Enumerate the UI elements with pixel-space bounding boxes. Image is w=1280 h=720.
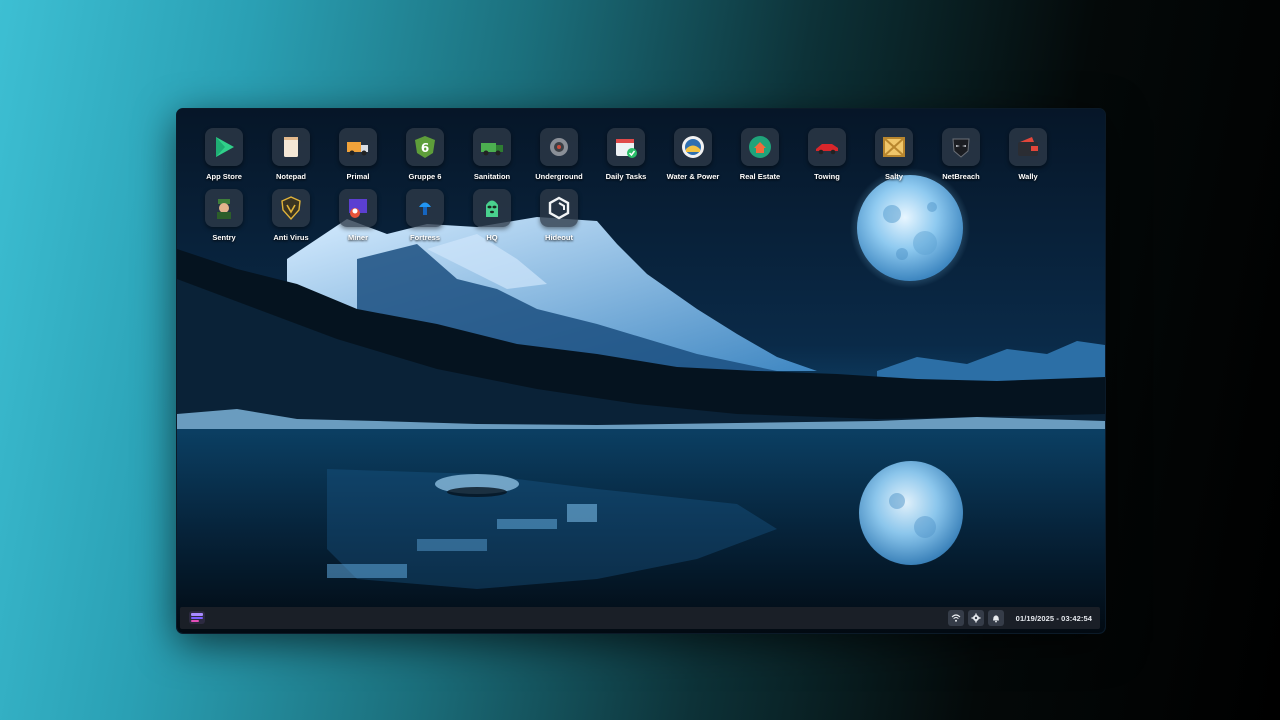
wifi-button[interactable] xyxy=(947,610,964,626)
system-tray: 01/19/2025 - 03:42:54 xyxy=(947,610,1092,626)
notifications-button[interactable] xyxy=(987,610,1004,626)
app-label: Notepad xyxy=(276,172,306,181)
taskbar: 01/19/2025 - 03:42:54 xyxy=(180,607,1100,629)
app-hq[interactable]: HQ xyxy=(460,189,524,242)
app-fortress[interactable]: Fortress xyxy=(393,189,457,242)
app-label: Sanitation xyxy=(473,172,511,181)
underground-icon xyxy=(550,138,568,156)
app-label: Fortress xyxy=(409,233,440,242)
app-netbreach[interactable]: NetBreach xyxy=(929,128,993,181)
settings-button[interactable] xyxy=(967,610,984,626)
app-label: Anti Virus xyxy=(273,233,309,242)
app-sanitation[interactable]: Sanitation xyxy=(460,128,524,181)
start-button[interactable] xyxy=(189,611,205,624)
app-label: Sentry xyxy=(212,233,236,242)
app-anti-virus[interactable]: Anti Virus xyxy=(259,189,323,242)
app-primal[interactable]: Primal xyxy=(326,128,390,181)
sentry-character-icon xyxy=(217,199,231,219)
fortress-icon xyxy=(419,202,431,215)
delivery-truck-icon xyxy=(347,142,368,156)
svg-text:6: 6 xyxy=(421,141,429,155)
garbage-truck-icon xyxy=(481,143,503,156)
app-label: Hideout xyxy=(545,233,573,242)
desktop-icon-grid: App Store Notepad Primal 6 Gruppe 6 Sani… xyxy=(177,109,1105,249)
app-gruppe-6[interactable]: 6 Gruppe 6 xyxy=(393,128,457,181)
app-label: Salty xyxy=(885,172,903,181)
taskbar-clock: 01/19/2025 - 03:42:54 xyxy=(1015,613,1092,623)
real-estate-icon xyxy=(749,136,771,158)
app-label: Gruppe 6 xyxy=(408,172,442,181)
bell-icon xyxy=(992,615,999,623)
hacker-mask-icon xyxy=(952,138,970,158)
start-menu-icon xyxy=(191,613,203,622)
gruppe6-shield-icon: 6 xyxy=(415,136,435,158)
app-label: Real Estate xyxy=(739,172,781,181)
gear-icon xyxy=(971,613,981,623)
wifi-icon xyxy=(951,614,961,622)
app-notepad[interactable]: Notepad xyxy=(259,128,323,181)
app-salty[interactable]: Salty xyxy=(862,128,926,181)
play-triangle-icon xyxy=(216,137,234,157)
app-miner[interactable]: Miner xyxy=(326,189,390,242)
app-label: HQ xyxy=(486,233,498,242)
shield-icon xyxy=(281,196,301,221)
app-label: Water & Power xyxy=(666,172,720,181)
app-towing[interactable]: Towing xyxy=(795,128,859,181)
app-label: Wally xyxy=(1018,172,1038,181)
tow-truck-icon xyxy=(816,144,838,155)
water-power-icon xyxy=(682,136,704,158)
app-label: Daily Tasks xyxy=(605,172,647,181)
desktop-screen: App Store Notepad Primal 6 Gruppe 6 Sani… xyxy=(176,108,1106,634)
app-label: Primal xyxy=(346,172,370,181)
app-label: Towing xyxy=(814,172,840,181)
app-app-store[interactable]: App Store xyxy=(192,128,256,181)
app-daily-tasks[interactable]: Daily Tasks xyxy=(594,128,658,181)
app-real-estate[interactable]: Real Estate xyxy=(728,128,792,181)
crate-icon xyxy=(883,137,905,157)
app-sentry[interactable]: Sentry xyxy=(192,189,256,242)
wallet-icon xyxy=(1018,137,1038,156)
app-water-power[interactable]: Water & Power xyxy=(661,128,725,181)
app-underground[interactable]: Underground xyxy=(527,128,591,181)
app-hideout[interactable]: Hideout xyxy=(527,189,591,242)
app-label: Underground xyxy=(535,172,583,181)
balaclava-icon xyxy=(486,200,498,217)
app-wally[interactable]: Wally xyxy=(996,128,1060,181)
app-label: NetBreach xyxy=(942,172,980,181)
calendar-check-icon xyxy=(616,139,637,158)
hideout-logo-icon xyxy=(548,196,570,220)
app-label: Miner xyxy=(347,233,368,242)
notepad-icon xyxy=(284,137,298,157)
miner-icon xyxy=(349,199,367,218)
app-label: App Store xyxy=(206,172,242,181)
